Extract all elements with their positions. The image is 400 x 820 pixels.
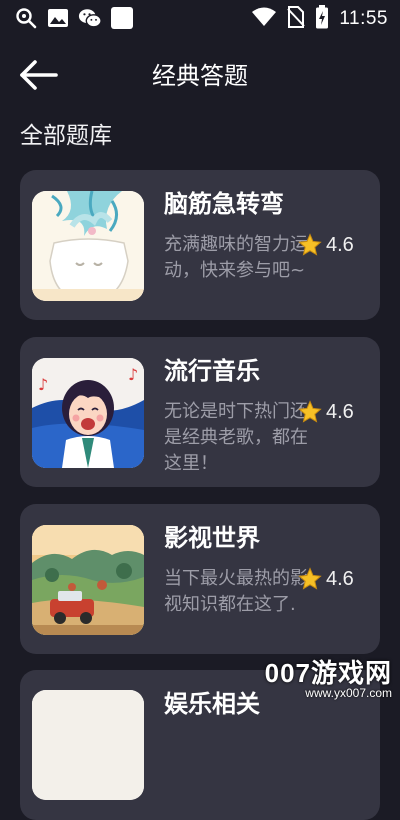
card-description: 无论是时下热门还是经典老歌，都在这里！ — [164, 401, 308, 474]
card-rating: 4.6 — [298, 232, 354, 258]
star-icon — [298, 567, 322, 590]
film-tv-thumbnail — [32, 525, 144, 635]
wechat-icon — [78, 6, 102, 30]
battery-charging-icon — [315, 5, 329, 33]
page-title: 经典答题 — [152, 62, 248, 90]
card-title: 脑筋急转弯 — [164, 190, 284, 218]
card-title: 影视世界 — [164, 524, 260, 552]
svg-text:♪: ♪ — [128, 365, 138, 384]
status-left-icons — [14, 6, 134, 30]
status-right-icons: 11:55 — [251, 5, 388, 33]
quiz-card-pop-music[interactable]: ♪ ♪ 流行音乐 无论是时下热门还是经典老歌，都在这里！ 4.6 — [20, 337, 380, 487]
blank-square-icon — [110, 6, 134, 30]
card-rating: 4.6 — [298, 399, 354, 425]
rating-value: 4.6 — [326, 400, 354, 423]
card-title: 流行音乐 — [164, 357, 260, 385]
entertainment-thumbnail — [32, 690, 144, 800]
card-title: 娱乐相关 — [164, 690, 260, 718]
status-time: 11:55 — [339, 8, 388, 29]
pop-music-thumbnail: ♪ ♪ — [32, 358, 144, 468]
no-sim-icon — [287, 6, 306, 32]
svg-text:♪: ♪ — [38, 375, 48, 394]
quiz-card-film-tv[interactable]: 影视世界 当下最火最热的影视知识都在这了. 4.6 — [20, 504, 380, 654]
image-icon — [46, 6, 70, 30]
section-title: 全部题库 — [20, 123, 112, 149]
card-description: 充满趣味的智力运动，快来参与吧~ — [164, 234, 308, 281]
status-bar: 11:55 — [0, 0, 400, 36]
rating-value: 4.6 — [326, 567, 354, 590]
quiz-card-entertainment[interactable]: 娱乐相关 — [20, 670, 380, 820]
rating-value: 4.6 — [326, 233, 354, 256]
star-icon — [298, 233, 322, 256]
card-description: 当下最火最热的影视知识都在这了. — [164, 568, 308, 615]
brain-teaser-thumbnail — [32, 191, 144, 301]
search-status-icon — [14, 6, 38, 30]
wifi-icon — [251, 7, 277, 31]
card-rating: 4.6 — [298, 566, 354, 592]
app-bar: 经典答题 — [0, 44, 400, 104]
star-icon — [298, 400, 322, 423]
quiz-card-brain-teaser[interactable]: 脑筋急转弯 充满趣味的智力运动，快来参与吧~ 4.6 — [20, 170, 380, 320]
